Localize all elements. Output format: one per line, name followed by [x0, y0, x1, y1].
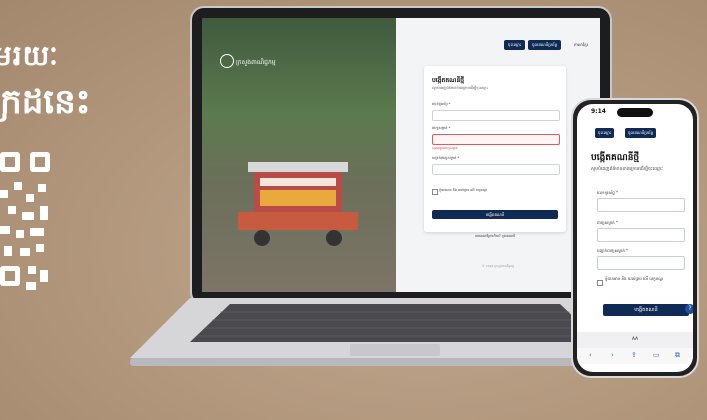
phone-system-login-button[interactable]: ចូលគណនីប្រព័ន្ធ: [625, 128, 657, 138]
laptop-display: ក្រសួងពាណិជ្ជកម្ម ចុះឈ្មោះ ចូលគណនីប្រព័ន…: [202, 18, 600, 292]
system-login-button[interactable]: ចូលគណនីប្រព័ន្ធ: [528, 40, 562, 50]
browser-toolbar: ‹ › ⇪ ▭ ⧉: [577, 348, 693, 364]
phone-confirm-input[interactable]: [597, 256, 685, 270]
footer-text: © 2024 ក្រសួងពាណិជ្ជកម្ម: [481, 264, 515, 268]
phone-register-button[interactable]: ចុះឈ្មោះ: [595, 128, 615, 138]
share-icon[interactable]: ⇪: [631, 351, 637, 359]
signup-card: បង្កើតគណនីថ្មី សូមបំពេញព័ត៌មានខាងក្រោមដើ…: [424, 66, 566, 238]
url-bar[interactable]: AA: [577, 332, 693, 348]
create-account-button[interactable]: បង្កើតគណនី: [432, 210, 558, 219]
phone-password-label: ពាក្យសម្ងាត់ *: [597, 220, 618, 225]
phone-phone-input[interactable]: [597, 198, 685, 212]
login-link[interactable]: មានគណនីរួចហើយ? ចូលគណនី: [424, 234, 566, 239]
promo-text-line1: មរយៈ: [0, 39, 59, 72]
phone-label: លេខទូរស័ព្ទ *: [432, 102, 451, 106]
form-title: បង្កើតគណនីថ្មី: [432, 77, 465, 84]
phone-confirm-label: បញ្ជាក់ពាក្យសម្ងាត់ *: [597, 248, 629, 253]
register-button[interactable]: ចុះឈ្មោះ: [504, 40, 526, 50]
phone-form-title: បង្កើតគណនីថ្មី: [591, 153, 640, 163]
phone-create-account-button[interactable]: បង្កើតគណនី: [603, 304, 689, 316]
terms-checkbox[interactable]: [432, 189, 438, 195]
confirm-password-input[interactable]: [432, 164, 560, 175]
signup-panel: ចុះឈ្មោះ ចូលគណនីប្រព័ន្ធ ភាសាខ្មែរ បង្កើ…: [396, 18, 600, 292]
phone-terms-checkbox[interactable]: [597, 280, 603, 286]
phone-form-subtitle: សូមបំពេញព័ត៌មានខាងក្រោមដើម្បីចុះឈ្មោះ: [591, 167, 664, 172]
forward-icon[interactable]: ›: [611, 351, 614, 359]
language-selector[interactable]: ភាសាខ្មែរ: [574, 40, 588, 50]
password-error: សូមបញ្ចូលពាក្យសម្ងាត់: [432, 146, 458, 150]
phone-phone-label: លេខទូរស័ព្ទ *: [597, 190, 619, 195]
status-time: 9:14: [591, 108, 606, 115]
logo-icon: [220, 54, 234, 68]
back-icon[interactable]: ‹: [589, 351, 592, 359]
qr-code-icon: [0, 152, 50, 290]
bookmarks-icon[interactable]: ▭: [653, 351, 660, 359]
phone-password-input[interactable]: [597, 228, 685, 242]
confirm-password-label: បញ្ជាក់ពាក្យសម្ងាត់ *: [432, 156, 460, 160]
help-icon[interactable]: ?: [685, 304, 693, 314]
terms-label: ខ្ញុំបានអាន និង យល់ព្រម លើ លក្ខខណ្ឌ: [439, 188, 487, 192]
tabs-icon[interactable]: ⧉: [675, 351, 680, 360]
promo-text-line2: ក្រដនេះ: [0, 82, 91, 122]
password-input[interactable]: [432, 134, 560, 145]
form-subtitle: សូមបំពេញព័ត៌មានខាងក្រោមដើម្បីចុះឈ្មោះ: [432, 86, 489, 90]
ministry-header: ក្រសួងពាណិជ្ជកម្ម: [236, 59, 276, 66]
cart-illustration: [238, 162, 358, 246]
market-stall-photo: ក្រសួងពាណិជ្ជកម្ម: [202, 18, 396, 292]
phone-screen: 9:14 ចុះឈ្មោះ ចូលគណនីប្រព័ន្ធ បង្កើតគណនី…: [577, 104, 693, 372]
reader-mode-icon[interactable]: AA: [632, 337, 638, 342]
phone-terms-label: ខ្ញុំបានអាន និង យល់ព្រម លើ លក្ខខណ្ឌ: [605, 276, 664, 281]
phone-input[interactable]: [432, 110, 560, 121]
password-label: ពាក្យសម្ងាត់ *: [432, 126, 451, 130]
dynamic-island: [617, 108, 653, 117]
